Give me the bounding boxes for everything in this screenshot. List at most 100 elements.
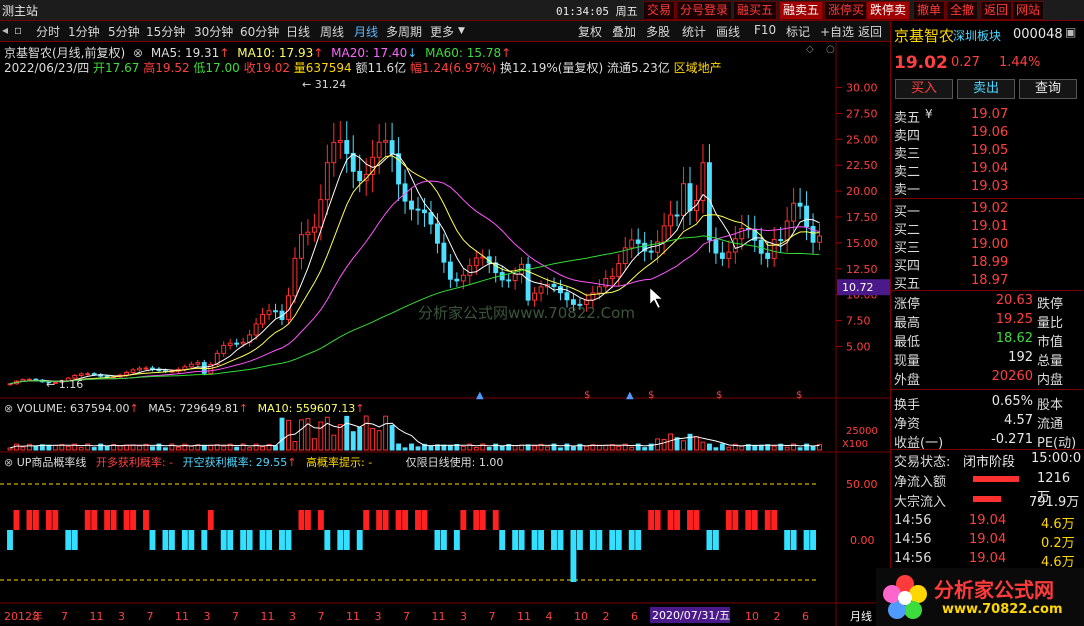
chart-tool-3[interactable]: 统计 [682, 23, 706, 40]
timeframe-tab-1[interactable]: 1分钟 [68, 23, 100, 40]
kline-chart[interactable]: 30.0027.5025.0022.5020.0017.5015.0012.50… [0, 42, 890, 626]
settings-icon[interactable]: ⊗ [4, 402, 13, 415]
bid-label: 买三 [894, 241, 921, 256]
settings-icon[interactable]: ⊗ [133, 46, 143, 60]
candle-body [376, 141, 382, 158]
short-prob-bar [712, 530, 719, 550]
chart-tool-2[interactable]: 多股 [646, 23, 670, 40]
volume-bar [603, 444, 609, 451]
top-button-3[interactable]: 融卖五 [779, 1, 824, 20]
stat-value: 20.63 [995, 293, 1033, 308]
x-tick-label: 11 [346, 610, 360, 623]
ask-row[interactable]: 卖一 19.03 [891, 179, 1083, 198]
stat-label-2: 总量 [1037, 354, 1064, 369]
timeframe-tab-6[interactable]: 日线 [286, 23, 310, 40]
bid-label: 买一 [894, 205, 921, 220]
x-tick-label: 7 [318, 610, 325, 623]
top-button-5[interactable]: 跌停卖 [866, 1, 911, 20]
short-prob-bar [279, 530, 285, 550]
stat-row: 现量 192 总量 [891, 350, 1083, 369]
bid-row[interactable]: 买五 18.97 [891, 273, 1083, 292]
volume-bar [234, 446, 240, 451]
ask-row[interactable]: 卖二 19.04 [891, 161, 1083, 180]
ask-price: 19.03 [971, 179, 1009, 194]
more-dropdown-icon[interactable]: ▼ [458, 26, 465, 36]
stat-label-2: 量比 [1037, 316, 1064, 331]
volume-bar [117, 445, 123, 451]
query-button[interactable]: 查询 [1019, 79, 1077, 99]
short-prob-bar [810, 530, 816, 550]
panel-toggle-icon[interactable]: ▫ [14, 23, 22, 37]
short-prob-bar [615, 530, 622, 550]
long-prob-bar [421, 510, 428, 530]
diamond-icon[interactable]: ◇ [806, 44, 814, 55]
long-prob-bar [674, 510, 680, 530]
long-prob-bar [764, 510, 771, 530]
candle-body [629, 239, 635, 249]
bid-row[interactable]: 买一 19.02 [891, 201, 1083, 220]
timeframe-tab-3[interactable]: 15分钟 [146, 23, 185, 40]
timeframe-tab-10[interactable]: 更多 [430, 23, 454, 40]
timeframe-tab-8[interactable]: 月线 [354, 23, 378, 40]
x-tick-label: 3 [289, 610, 296, 623]
top-button-8[interactable]: 返回 [980, 1, 1013, 20]
chart-tool-1[interactable]: 叠加 [612, 23, 636, 40]
ask-row[interactable]: 卖三 19.05 [891, 143, 1083, 162]
short-prob-bar [570, 530, 577, 582]
top-button-6[interactable]: 撤单 [913, 1, 946, 20]
long-prob-bar [693, 510, 700, 530]
stat-row: 最低 18.62 市值 [891, 331, 1083, 350]
sell-button[interactable]: 卖出 [957, 79, 1015, 99]
chart-tool-7[interactable]: +自选 [820, 23, 854, 40]
timeframe-tab-2[interactable]: 5分钟 [108, 23, 140, 40]
top-button-4[interactable]: 涨停买 [824, 1, 869, 20]
stat-value: 18.62 [995, 331, 1033, 346]
chart-tool-5[interactable]: F10 [754, 23, 776, 37]
volume-bar [726, 446, 732, 451]
top-button-7[interactable]: 全撤 [946, 1, 979, 20]
long-prob-bar [317, 510, 324, 530]
market-board: 深圳板块 [953, 29, 1002, 43]
top-button-1[interactable]: 分号登录 [676, 1, 733, 20]
timeframe-tab-0[interactable]: 分时 [36, 23, 60, 40]
chart-tool-8[interactable]: 返回 [858, 23, 882, 40]
ask-label: 卖五 [894, 111, 921, 126]
info-volume: 量637594 [293, 61, 352, 75]
panel-menu-icon[interactable]: ▣ [1065, 25, 1076, 39]
last-price: 19.02 [894, 53, 948, 73]
candle-body [454, 278, 460, 282]
info-close: 收19.02 [243, 61, 290, 75]
timeframe-tab-5[interactable]: 60分钟 [240, 23, 279, 40]
candle-body [234, 342, 240, 345]
clock: 01:34:05 周五 [556, 3, 638, 19]
timeframe-tab-7[interactable]: 周线 [320, 23, 344, 40]
ask-row[interactable]: 卖五 19.07 [891, 107, 1083, 126]
volume-bar [519, 444, 525, 451]
candle-body [266, 310, 272, 316]
short-prob-bar [453, 530, 460, 550]
top-button-2[interactable]: 融买五 [733, 1, 778, 20]
timeframe-tab-4[interactable]: 30分钟 [194, 23, 233, 40]
candle-body [739, 228, 745, 240]
bid-row[interactable]: 买二 19.01 [891, 219, 1083, 238]
short-prob-bar [7, 530, 13, 550]
current-price-label: 10.72 [842, 281, 874, 294]
scroll-left-icon[interactable]: ◂ [2, 23, 8, 37]
top-button-0[interactable]: 交易 [643, 1, 676, 20]
settings-icon[interactable]: ⊗ [4, 456, 13, 469]
chart-tool-4[interactable]: 画线 [716, 23, 740, 40]
ask-row[interactable]: 卖四 19.06 [891, 125, 1083, 144]
chart-tool-0[interactable]: 复权 [578, 23, 602, 40]
bid-row[interactable]: 买三 19.00 [891, 237, 1083, 256]
bid-row[interactable]: 买四 18.99 [891, 255, 1083, 274]
buy-button[interactable]: 买入 [895, 79, 953, 99]
timeframe-tab-9[interactable]: 多周期 [386, 23, 422, 40]
circle-icon[interactable]: ○ [826, 44, 835, 55]
top-button-9[interactable]: 网站 [1012, 1, 1045, 20]
long-prob-bar [91, 510, 98, 530]
volume-bar [583, 445, 589, 451]
candle-body [422, 209, 427, 214]
volume-bar [150, 446, 155, 451]
chart-tool-6[interactable]: 标记 [786, 23, 810, 40]
chart-area[interactable]: 30.00 27.50 25.00 22.50 20.00 17.50 15.00 12.50… [0, 42, 890, 626]
